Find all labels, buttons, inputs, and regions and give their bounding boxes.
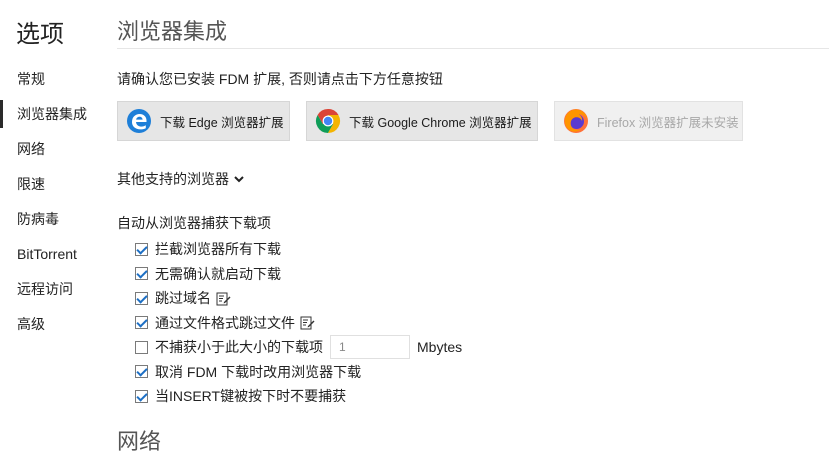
checkbox-min-size[interactable] [135,340,148,354]
option-label: 跳过域名 [155,290,211,307]
option-label: 拦截浏览器所有下载 [155,241,281,258]
other-browsers-toggle[interactable]: 其他支持的浏览器 [117,169,245,189]
edge-button-label: 下载 Edge 浏览器扩展 [160,115,284,130]
sidebar-item-speed-limit[interactable]: 限速 [0,169,100,204]
checkbox-fallback-browser[interactable] [135,365,148,379]
checkbox-insert-key[interactable] [135,389,148,403]
install-note: 请确认您已安装 FDM 扩展, 否则请点击下方任意按钮 [117,71,443,87]
checkbox-no-confirm[interactable] [135,267,148,281]
sidebar-item-remote-access[interactable]: 远程访问 [0,274,100,309]
chevron-down-icon [233,173,245,185]
checkbox-intercept-all[interactable] [135,242,148,256]
edit-icon[interactable] [300,315,315,330]
chrome-icon [313,106,343,136]
page-title: 选项 [16,21,64,48]
option-intercept-all: 拦截浏览器所有下载 [135,237,462,262]
other-browsers-label: 其他支持的浏览器 [117,171,229,187]
firefox-button-label: Firefox 浏览器扩展未安装 [597,115,739,130]
sidebar-item-advanced[interactable]: 高级 [0,309,100,344]
chrome-button-label: 下载 Google Chrome 浏览器扩展 [349,115,532,130]
network-section-title: 网络 [117,429,162,454]
option-label: 不捕获小于此大小的下载项 [155,339,323,356]
section-title: 浏览器集成 [117,19,228,44]
option-insert-key: 当INSERT键被按下时不要捕获 [135,384,462,409]
chrome-extension-button[interactable]: 下载 Google Chrome 浏览器扩展 [306,101,538,141]
edge-icon [124,106,154,136]
sidebar-item-network[interactable]: 网络 [0,134,100,169]
option-label: 当INSERT键被按下时不要捕获 [155,388,347,405]
edge-extension-button[interactable]: 下载 Edge 浏览器扩展 [117,101,290,141]
firefox-icon [561,106,591,136]
sidebar-item-antivirus[interactable]: 防病毒 [0,204,100,239]
option-min-size: 不捕获小于此大小的下载项 Mbytes [135,335,462,360]
checkbox-skip-domains[interactable] [135,291,148,305]
option-label: 通过文件格式跳过文件 [155,314,295,331]
sidebar: 常规 浏览器集成 网络 限速 防病毒 BitTorrent 远程访问 高级 [0,64,100,344]
option-skip-domains: 跳过域名 [135,286,462,311]
firefox-extension-button: Firefox 浏览器扩展未安装 [554,101,743,141]
min-size-input[interactable] [330,335,410,360]
option-no-confirm: 无需确认就启动下载 [135,262,462,287]
sidebar-item-bittorrent[interactable]: BitTorrent [0,239,100,274]
sidebar-item-browser-integration[interactable]: 浏览器集成 [0,99,100,134]
min-size-unit: Mbytes [417,339,463,356]
sidebar-item-general[interactable]: 常规 [0,64,100,99]
option-label: 取消 FDM 下载时改用浏览器下载 [155,363,362,380]
section-divider [117,48,829,49]
capture-options: 拦截浏览器所有下载 无需确认就启动下载 跳过域名 通过文件格式跳过文件 不捕获小… [135,237,462,409]
option-skip-file-types: 通过文件格式跳过文件 [135,311,462,336]
option-fallback-browser: 取消 FDM 下载时改用浏览器下载 [135,360,462,385]
checkbox-skip-file-types[interactable] [135,316,148,330]
option-label: 无需确认就启动下载 [155,265,281,282]
capture-section-title: 自动从浏览器捕获下载项 [117,215,271,231]
edit-icon[interactable] [216,291,231,306]
